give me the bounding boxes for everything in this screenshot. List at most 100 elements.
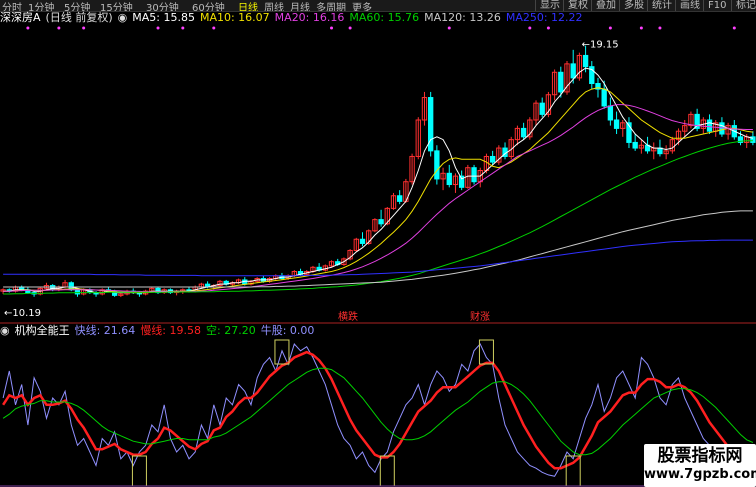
candle	[353, 237, 359, 252]
indicator-settings-icon[interactable]: ◉	[0, 324, 10, 337]
candle	[359, 232, 366, 247]
candle	[551, 69, 558, 101]
low-price-label: ←10.19	[4, 308, 41, 319]
candle	[626, 117, 632, 149]
ma-label-2: MA20: 16.16	[274, 11, 345, 24]
candle	[446, 164, 452, 188]
candle	[570, 49, 576, 84]
indicator-name: 机构全能王	[14, 324, 70, 337]
candle	[589, 61, 595, 90]
candle	[372, 218, 378, 233]
signal-dot	[658, 26, 662, 30]
candle	[378, 209, 384, 227]
candle	[520, 122, 527, 140]
toolbar-button-5[interactable]: 画线	[675, 0, 704, 11]
ma-line-1	[3, 87, 753, 294]
candle	[564, 61, 570, 95]
toolbar-button-7[interactable]: 标记	[731, 0, 756, 11]
ma-line-3	[3, 140, 753, 295]
ma-legend: 深深房A (日线 前复权) ◉ MA5: 15.85 MA10: 16.07 MA20: …	[0, 11, 588, 25]
candle	[217, 279, 223, 287]
candle	[198, 282, 205, 289]
toolbar-button-3[interactable]: 多股	[619, 0, 648, 11]
toolbar-button-4[interactable]: 统计	[647, 0, 676, 11]
candle	[43, 282, 50, 290]
bottom-signal-box	[565, 455, 581, 487]
toolbar-button-0[interactable]: 显示	[535, 0, 564, 11]
ma-line-2	[3, 104, 753, 293]
candle	[155, 286, 161, 294]
candle	[235, 278, 242, 285]
signal-dot	[330, 26, 334, 30]
candle	[533, 100, 539, 126]
candle	[452, 173, 459, 193]
candle	[489, 150, 496, 165]
candle	[694, 108, 700, 132]
indicator-legend: ◉ 机构全能王 快线: 21.64 慢线: 19.58 空: 27.20 牛股: 0.00	[0, 324, 319, 338]
toolbar-button-6[interactable]: F10	[703, 0, 730, 11]
high-price-label: ←19.15	[582, 40, 619, 51]
candle	[713, 119, 719, 137]
candle	[415, 117, 421, 160]
indicator-label-0: 快线: 21.64	[74, 324, 136, 337]
signal-dot	[528, 26, 532, 30]
settings-icon[interactable]: ◉	[118, 11, 128, 24]
candle	[620, 119, 626, 137]
watermark-line1: 股票指标网	[657, 446, 743, 466]
indicator-label-1: 慢线: 19.58	[140, 324, 202, 337]
candle	[731, 119, 737, 140]
candle	[397, 190, 403, 205]
candle	[669, 136, 676, 154]
candle	[682, 119, 688, 137]
signal-tag-2: 财涨	[470, 310, 490, 323]
candle	[31, 291, 37, 297]
signal-dot	[181, 26, 185, 30]
signal-dot	[26, 26, 30, 30]
ma-label-0: MA5: 15.85	[132, 11, 195, 24]
candle	[663, 145, 669, 160]
signal-dot	[546, 26, 550, 30]
signal-dot	[608, 26, 612, 30]
candle	[434, 145, 440, 185]
candle	[502, 142, 508, 160]
signal-dot	[82, 26, 86, 30]
candle	[576, 52, 583, 81]
candle	[688, 111, 694, 129]
signal-dot	[348, 26, 352, 30]
signal-dot	[212, 26, 216, 30]
candle	[638, 139, 645, 154]
candle	[390, 192, 397, 210]
candle	[118, 292, 124, 298]
toolbar-button-1[interactable]: 复权	[563, 0, 592, 11]
candle	[471, 164, 477, 185]
candle	[632, 134, 638, 151]
candle	[706, 114, 713, 135]
candle	[223, 279, 229, 286]
watermark-line2: www.7gpzb.com	[644, 467, 756, 482]
candle	[601, 80, 607, 109]
toolbar-button-2[interactable]: 叠加	[591, 0, 620, 11]
candle	[725, 122, 731, 140]
stock-title: 深深房A	[0, 11, 41, 24]
candle	[421, 91, 428, 126]
ma-label-1: MA10: 16.07	[199, 11, 270, 24]
indicator-label-2: 空: 27.20	[206, 324, 256, 337]
candlestick-chart: ←19.15 ←10.19 横跌 财涨	[0, 26, 756, 324]
candle	[539, 97, 545, 118]
candle	[651, 142, 657, 160]
bottom-signal-box	[131, 455, 147, 487]
signal-dot	[447, 26, 451, 30]
ma-label-5: MA250: 12.22	[505, 11, 583, 24]
signal-dot	[57, 26, 61, 30]
candle	[428, 91, 434, 157]
top-signal-box	[478, 339, 494, 365]
candle	[458, 170, 465, 191]
candle	[440, 167, 446, 191]
indicator-line-2	[2, 367, 754, 456]
candle	[496, 145, 502, 165]
candle	[527, 117, 533, 140]
candle	[477, 167, 483, 188]
candle	[607, 97, 614, 126]
signal-dot	[156, 26, 160, 30]
ma-label-4: MA120: 13.26	[424, 11, 501, 24]
